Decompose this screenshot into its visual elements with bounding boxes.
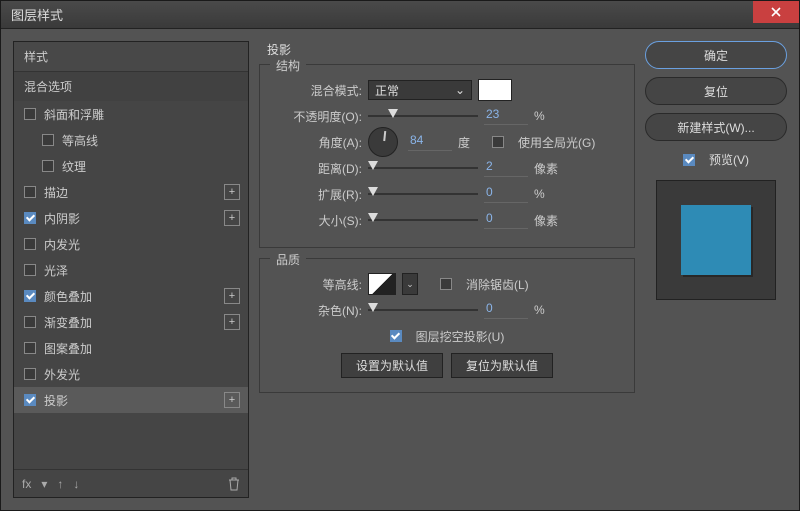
checkbox[interactable]	[24, 316, 36, 328]
checkbox[interactable]	[24, 290, 36, 302]
blend-mode-select[interactable]: 正常⌄	[368, 80, 472, 100]
add-icon[interactable]: +	[224, 184, 240, 200]
preview-box	[656, 180, 776, 300]
make-default-button[interactable]: 设置为默认值	[341, 353, 443, 378]
blending-options[interactable]: 混合选项	[14, 71, 248, 101]
size-label: 大小(S):	[274, 212, 362, 229]
new-style-button[interactable]: 新建样式(W)...	[645, 113, 787, 141]
angle-value[interactable]: 84	[408, 133, 452, 151]
spread-label: 扩展(R):	[274, 186, 362, 203]
distance-label: 距离(D):	[274, 160, 362, 177]
group-legend: 品质	[270, 251, 306, 268]
preview-label: 预览(V)	[709, 151, 749, 168]
effect-inner-glow[interactable]: 内发光	[14, 231, 248, 257]
ok-button[interactable]: 确定	[645, 41, 787, 69]
effect-stroke[interactable]: 描边+	[14, 179, 248, 205]
noise-slider[interactable]	[368, 302, 478, 318]
add-icon[interactable]: +	[224, 210, 240, 226]
close-button[interactable]	[753, 1, 799, 23]
angle-label: 角度(A):	[274, 134, 362, 151]
preview-swatch	[681, 205, 751, 275]
group-legend: 结构	[270, 57, 306, 74]
knockout-checkbox[interactable]	[390, 330, 402, 342]
distance-value[interactable]: 2	[484, 159, 528, 177]
checkbox[interactable]	[24, 342, 36, 354]
checkbox[interactable]	[24, 108, 36, 120]
effect-color-overlay[interactable]: 颜色叠加+	[14, 283, 248, 309]
styles-header: 样式	[14, 42, 248, 71]
color-swatch[interactable]	[478, 79, 512, 101]
styles-panel: 样式 混合选项 斜面和浮雕 等高线 纹理 描边+ 内阴影+ 内发光 光泽 颜色叠…	[13, 41, 249, 498]
layer-style-dialog: 图层样式 样式 混合选项 斜面和浮雕 等高线 纹理 描边+ 内阴影+ 内发光 光…	[0, 0, 800, 511]
checkbox[interactable]	[24, 394, 36, 406]
effect-list: 斜面和浮雕 等高线 纹理 描边+ 内阴影+ 内发光 光泽 颜色叠加+ 渐变叠加+…	[14, 101, 248, 469]
effect-satin[interactable]: 光泽	[14, 257, 248, 283]
size-value[interactable]: 0	[484, 211, 528, 229]
effect-pattern-overlay[interactable]: 图案叠加	[14, 335, 248, 361]
quality-group: 品质 等高线: ⌄ 消除锯齿(L) 杂色(N): 0 % 图	[259, 258, 635, 393]
settings-panel: 投影 结构 混合模式: 正常⌄ 不透明度(O): 23 % 角度(A):	[259, 41, 635, 498]
opacity-label: 不透明度(O):	[274, 108, 362, 125]
panel-footer: fx ▾ ↑ ↓	[14, 469, 248, 497]
reset-default-button[interactable]: 复位为默认值	[451, 353, 553, 378]
effect-texture[interactable]: 纹理	[14, 153, 248, 179]
chevron-down-icon: ▾	[41, 477, 47, 491]
contour-dropdown[interactable]: ⌄	[402, 273, 418, 295]
opacity-slider[interactable]	[368, 108, 478, 124]
blend-mode-label: 混合模式:	[274, 82, 362, 99]
fx-menu[interactable]: fx	[22, 477, 31, 491]
antialias-label: 消除锯齿(L)	[466, 276, 529, 293]
global-light-checkbox[interactable]	[492, 136, 504, 148]
angle-dial[interactable]	[368, 127, 398, 157]
arrow-up-icon[interactable]: ↑	[57, 477, 63, 491]
add-icon[interactable]: +	[224, 288, 240, 304]
opacity-value[interactable]: 23	[484, 107, 528, 125]
checkbox[interactable]	[24, 264, 36, 276]
distance-slider[interactable]	[368, 160, 478, 176]
action-panel: 确定 复位 新建样式(W)... 预览(V)	[645, 41, 787, 498]
contour-label: 等高线:	[274, 276, 362, 293]
titlebar[interactable]: 图层样式	[1, 1, 799, 29]
window-title: 图层样式	[11, 5, 63, 24]
checkbox[interactable]	[24, 238, 36, 250]
checkbox[interactable]	[24, 368, 36, 380]
effect-inner-shadow[interactable]: 内阴影+	[14, 205, 248, 231]
checkbox[interactable]	[24, 212, 36, 224]
cancel-button[interactable]: 复位	[645, 77, 787, 105]
effect-outer-glow[interactable]: 外发光	[14, 361, 248, 387]
spread-value[interactable]: 0	[484, 185, 528, 203]
close-icon	[771, 7, 781, 17]
add-icon[interactable]: +	[224, 314, 240, 330]
checkbox[interactable]	[24, 186, 36, 198]
effect-gradient-overlay[interactable]: 渐变叠加+	[14, 309, 248, 335]
effect-drop-shadow[interactable]: 投影+	[14, 387, 248, 413]
structure-group: 结构 混合模式: 正常⌄ 不透明度(O): 23 % 角度(A): 84 度	[259, 64, 635, 248]
effect-contour[interactable]: 等高线	[14, 127, 248, 153]
arrow-down-icon[interactable]: ↓	[73, 477, 79, 491]
spread-slider[interactable]	[368, 186, 478, 202]
dialog-body: 样式 混合选项 斜面和浮雕 等高线 纹理 描边+ 内阴影+ 内发光 光泽 颜色叠…	[1, 29, 799, 510]
size-slider[interactable]	[368, 212, 478, 228]
preview-checkbox[interactable]	[683, 154, 695, 166]
chevron-down-icon: ⌄	[455, 83, 465, 97]
effect-bevel[interactable]: 斜面和浮雕	[14, 101, 248, 127]
contour-picker[interactable]	[368, 273, 396, 295]
noise-value[interactable]: 0	[484, 301, 528, 319]
trash-icon[interactable]	[228, 477, 240, 491]
global-light-label: 使用全局光(G)	[518, 134, 595, 151]
noise-label: 杂色(N):	[274, 302, 362, 319]
add-icon[interactable]: +	[224, 392, 240, 408]
checkbox[interactable]	[42, 134, 54, 146]
checkbox[interactable]	[42, 160, 54, 172]
antialias-checkbox[interactable]	[440, 278, 452, 290]
knockout-label: 图层挖空投影(U)	[416, 328, 505, 345]
panel-title: 投影	[259, 41, 635, 64]
